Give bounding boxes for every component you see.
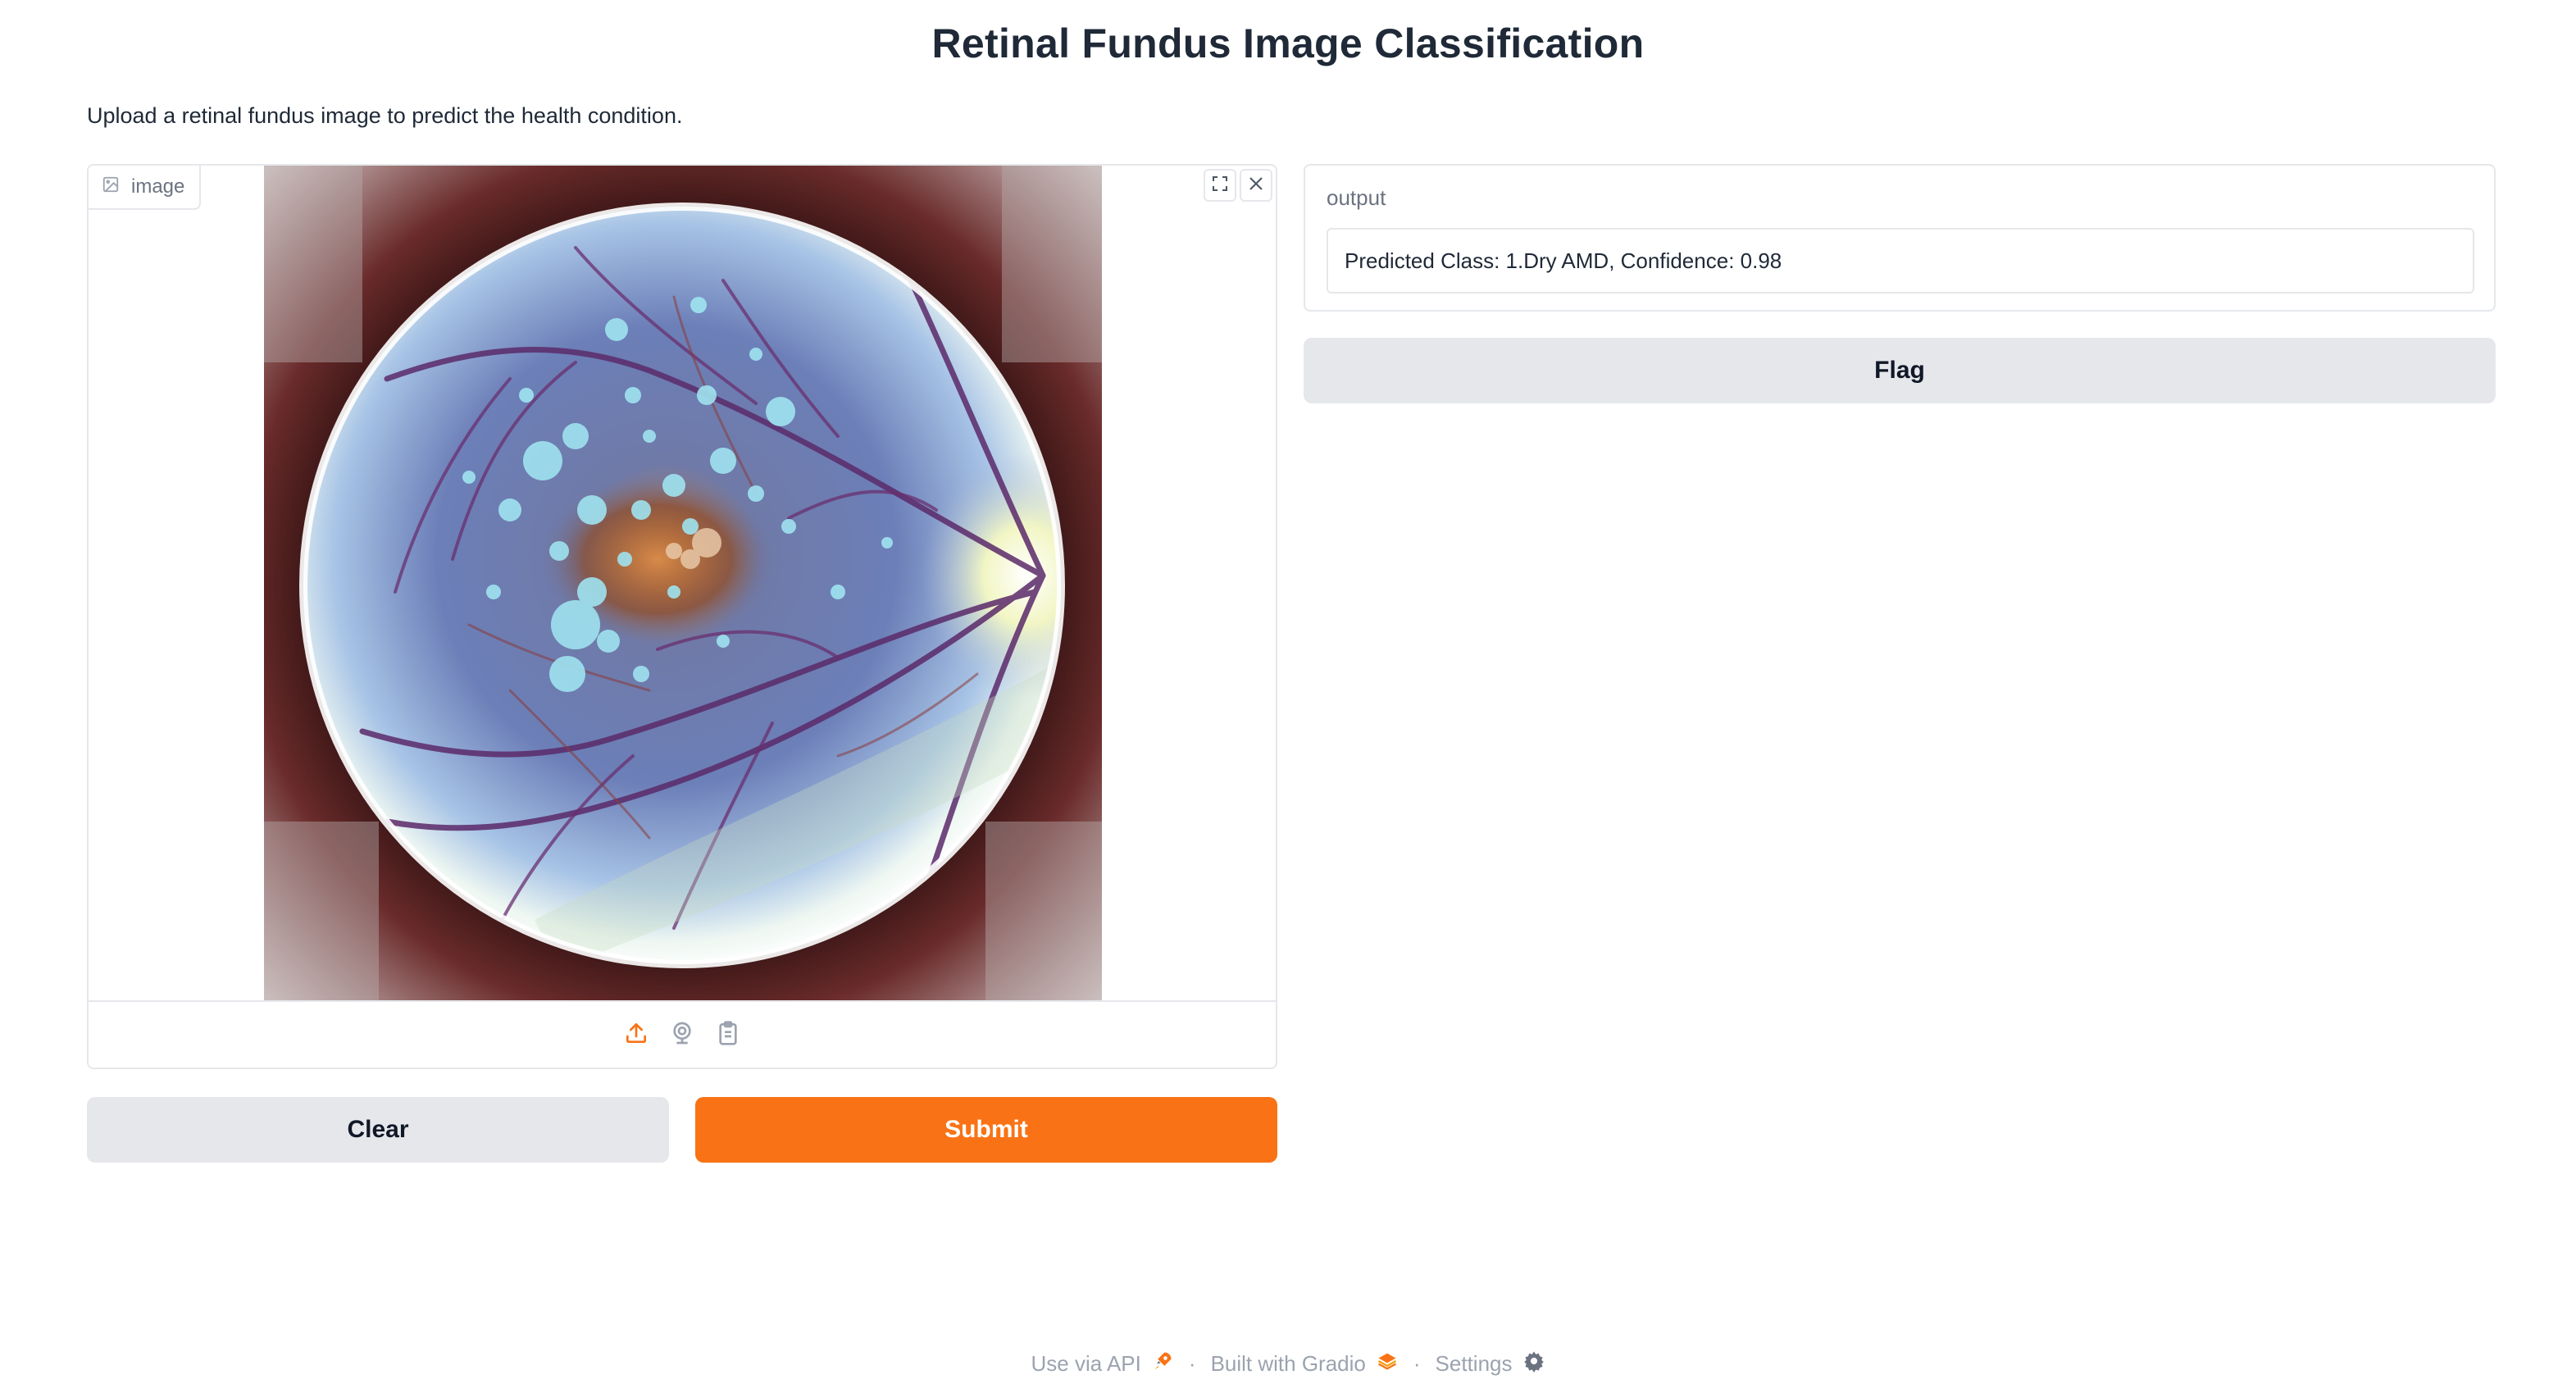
image-input-label: image xyxy=(89,166,202,210)
output-textbox[interactable]: Predicted Class: 1.Dry AMD, Confidence: … xyxy=(1327,228,2474,294)
gradio-logo-icon xyxy=(1376,1350,1399,1378)
fullscreen-icon xyxy=(1210,174,1230,198)
image-icon xyxy=(102,175,120,199)
image-toolbar xyxy=(1200,166,1276,205)
rocket-icon xyxy=(1151,1350,1174,1378)
page-description: Upload a retinal fundus image to predict… xyxy=(87,103,683,128)
webcam-icon xyxy=(669,1020,695,1050)
clipboard-icon xyxy=(715,1020,741,1050)
fundus-image-graphic xyxy=(264,166,1102,1004)
close-icon xyxy=(1246,174,1266,198)
fullscreen-button[interactable] xyxy=(1204,169,1236,202)
image-input[interactable]: image xyxy=(87,164,1277,1069)
settings-link[interactable]: Settings xyxy=(1436,1350,1545,1378)
submit-button[interactable]: Submit xyxy=(695,1097,1277,1163)
clipboard-source-button[interactable] xyxy=(714,1020,742,1050)
webcam-source-button[interactable] xyxy=(668,1021,696,1049)
use-via-api-label: Use via API xyxy=(1031,1351,1141,1376)
output-label: output xyxy=(1327,185,1386,210)
built-with-gradio-link[interactable]: Built with Gradio xyxy=(1211,1350,1399,1378)
image-source-bar xyxy=(89,1000,1276,1068)
footer: Use via API · Built with Gradio · Settin… xyxy=(0,1350,2576,1378)
flag-button[interactable]: Flag xyxy=(1304,338,2496,403)
clear-image-button[interactable] xyxy=(1240,169,1272,202)
clear-button[interactable]: Clear xyxy=(87,1097,669,1163)
upload-source-button[interactable] xyxy=(622,1021,650,1049)
use-via-api-link[interactable]: Use via API xyxy=(1031,1350,1173,1378)
page-title: Retinal Fundus Image Classification xyxy=(931,20,1645,66)
image-label-text: image xyxy=(131,175,185,198)
built-with-gradio-label: Built with Gradio xyxy=(1210,1351,1366,1376)
fundus-image xyxy=(264,166,1102,1004)
settings-label: Settings xyxy=(1435,1351,1513,1376)
footer-separator: · xyxy=(1188,1351,1196,1376)
upload-icon xyxy=(623,1020,649,1050)
gear-icon xyxy=(1522,1350,1545,1378)
output-panel: output Predicted Class: 1.Dry AMD, Confi… xyxy=(1304,164,2496,312)
footer-separator: · xyxy=(1413,1351,1421,1376)
gradio-app: Retinal Fundus Image Classification Uplo… xyxy=(0,0,2576,1393)
